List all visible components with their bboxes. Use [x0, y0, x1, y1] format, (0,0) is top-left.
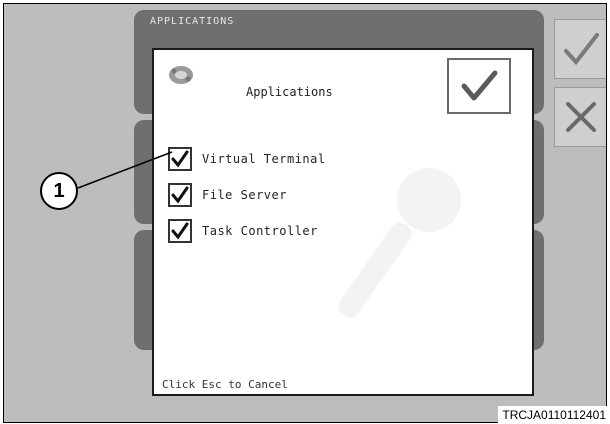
figure-code: TRCJA0110112401 [498, 406, 610, 424]
callout-number: 1 [40, 172, 78, 210]
panel-title: APPLICATIONS [150, 16, 235, 27]
option-task-controller[interactable]: Task Controller [168, 218, 326, 244]
checkmark-icon [461, 70, 498, 101]
confirm-side-button[interactable] [554, 19, 606, 79]
checkmark-icon [171, 150, 189, 168]
applications-icon [169, 66, 193, 84]
dialog-title: Applications [246, 85, 333, 99]
checkmark-icon [564, 33, 599, 66]
checkbox[interactable] [168, 219, 192, 243]
option-label: Task Controller [202, 224, 318, 238]
cancel-hint: Click Esc to Cancel [162, 378, 288, 391]
checkbox[interactable] [168, 183, 192, 207]
x-icon [566, 102, 596, 132]
checkbox[interactable] [168, 147, 192, 171]
checkmark-icon [171, 186, 189, 204]
watermark-wrench-icon [338, 168, 461, 318]
display-frame: APPLICATIONS Applications Virtual Termin… [3, 3, 607, 423]
checkmark-icon [171, 222, 189, 240]
option-file-server[interactable]: File Server [168, 182, 326, 208]
ok-button[interactable] [447, 58, 511, 114]
applications-dialog: Applications Virtual Terminal File Serve… [152, 48, 534, 396]
options-list: Virtual Terminal File Server Task Contro… [168, 146, 326, 254]
option-virtual-terminal[interactable]: Virtual Terminal [168, 146, 326, 172]
option-label: Virtual Terminal [202, 152, 326, 166]
cancel-side-button[interactable] [554, 87, 606, 147]
option-label: File Server [202, 188, 287, 202]
